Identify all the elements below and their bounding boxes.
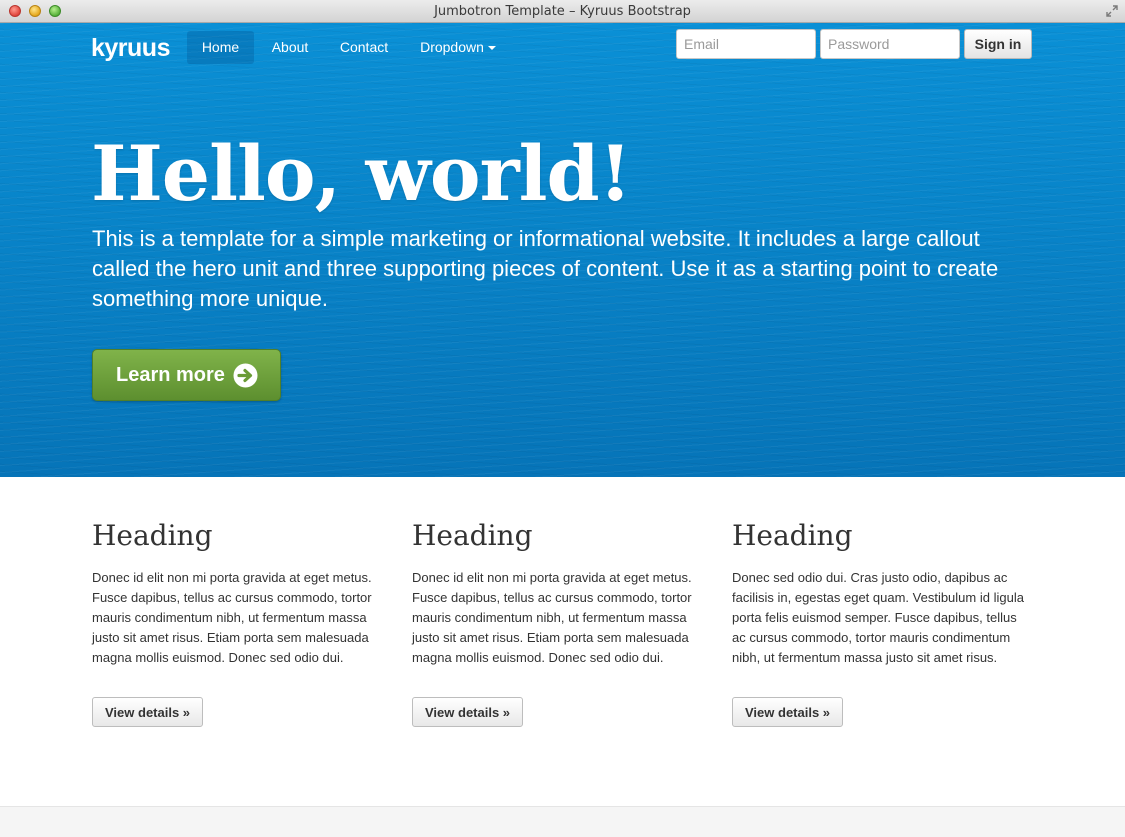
view-details-button[interactable]: View details »: [412, 697, 524, 727]
column-body: Donec id elit non mi porta gravida at eg…: [92, 570, 372, 665]
learn-more-label: Learn more: [116, 364, 225, 386]
column-heading: Heading: [412, 519, 533, 552]
view-details-button[interactable]: View details »: [732, 697, 844, 727]
window-title: Jumbotron Template – Kyruus Bootstrap: [434, 4, 691, 19]
content-column: Heading Donec id elit non mi porta gravi…: [412, 516, 708, 727]
column-heading: Heading: [92, 519, 213, 552]
brand-logo[interactable]: kyruus: [91, 34, 170, 63]
learn-more-button[interactable]: Learn more: [92, 349, 281, 401]
email-field[interactable]: [676, 29, 816, 59]
hero-title: Hello, world!: [91, 129, 632, 218]
fullscreen-icon[interactable]: [1105, 4, 1119, 18]
column-body: Donec sed odio dui. Cras justo odio, dap…: [732, 570, 1024, 665]
password-field[interactable]: [820, 29, 960, 59]
window-title-bar: Jumbotron Template – Kyruus Bootstrap: [0, 0, 1125, 23]
column-heading: Heading: [732, 519, 853, 552]
nav-item-about[interactable]: About: [262, 31, 318, 64]
nav-item-dropdown[interactable]: Dropdown: [410, 31, 506, 64]
hero-description: This is a template for a simple marketin…: [92, 226, 999, 311]
nav-item-home[interactable]: Home: [187, 31, 254, 64]
sign-in-button[interactable]: Sign in: [964, 29, 1032, 59]
arrow-circle-right-icon: [233, 363, 258, 388]
nav-dropdown-label: Dropdown: [420, 39, 484, 55]
content-column: Heading Donec id elit non mi porta gravi…: [92, 516, 388, 727]
page-footer: [0, 806, 1125, 837]
content-column: Heading Donec sed odio dui. Cras justo o…: [732, 516, 1028, 727]
caret-down-icon: [487, 46, 496, 51]
column-body: Donec id elit non mi porta gravida at eg…: [412, 570, 692, 665]
view-details-button[interactable]: View details »: [92, 697, 204, 727]
nav-item-contact[interactable]: Contact: [331, 31, 397, 64]
